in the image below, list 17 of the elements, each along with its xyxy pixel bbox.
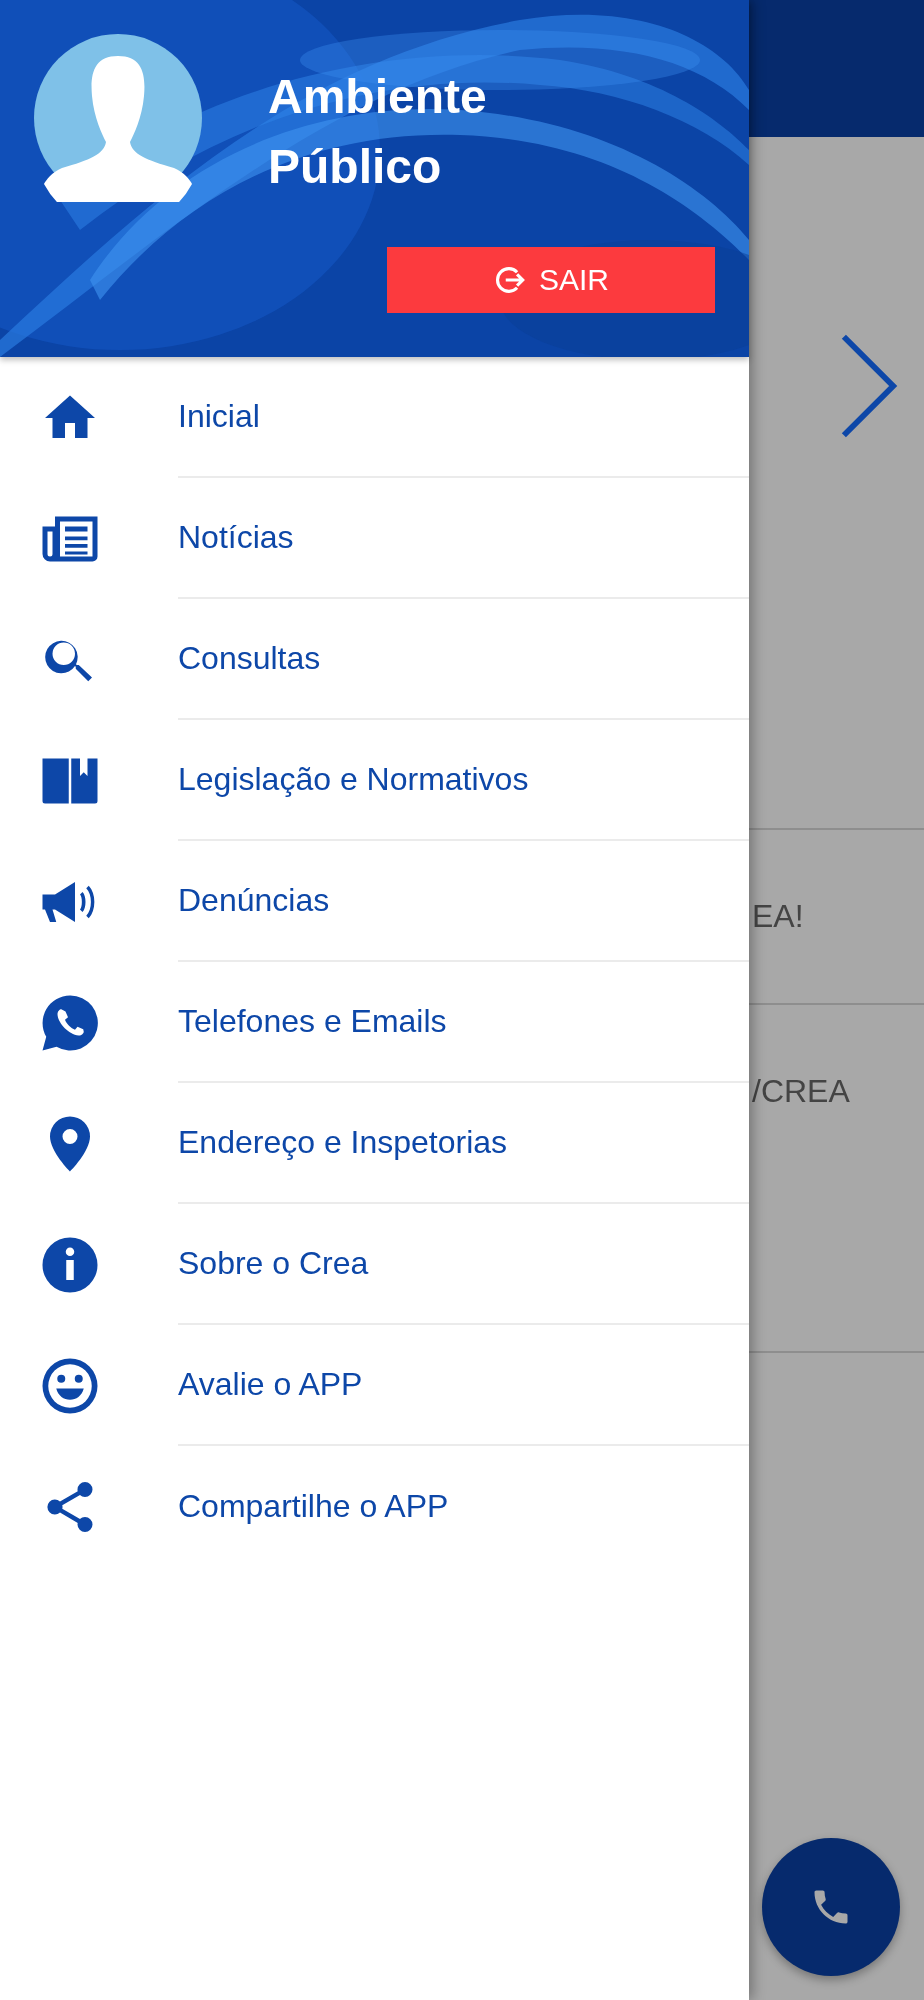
avatar-icon — [34, 34, 202, 202]
call-button[interactable] — [762, 1838, 900, 1976]
menu-item[interactable]: Inicial — [0, 357, 749, 478]
menu-item[interactable]: Notícias — [0, 478, 749, 599]
user-name: Ambiente Público — [268, 69, 488, 195]
menu-item[interactable]: Consultas — [0, 599, 749, 720]
list-item-text: EA! — [752, 898, 804, 935]
menu-item[interactable]: Legislação e Normativos — [0, 720, 749, 841]
menu-item[interactable]: Endereço e Inspetorias — [0, 1083, 749, 1204]
list-item-text: /CREA — [752, 1073, 850, 1110]
menu-item[interactable]: Telefones e Emails — [0, 962, 749, 1083]
menu-item[interactable]: Compartilhe o APP — [0, 1446, 749, 1567]
menu-item[interactable]: Avalie o APP — [0, 1325, 749, 1446]
menu-item[interactable]: Sobre o Crea — [0, 1204, 749, 1325]
logout-button[interactable]: SAIR — [387, 247, 715, 313]
menu-item[interactable]: Denúncias — [0, 841, 749, 962]
phone-chat-icon — [40, 992, 100, 1053]
